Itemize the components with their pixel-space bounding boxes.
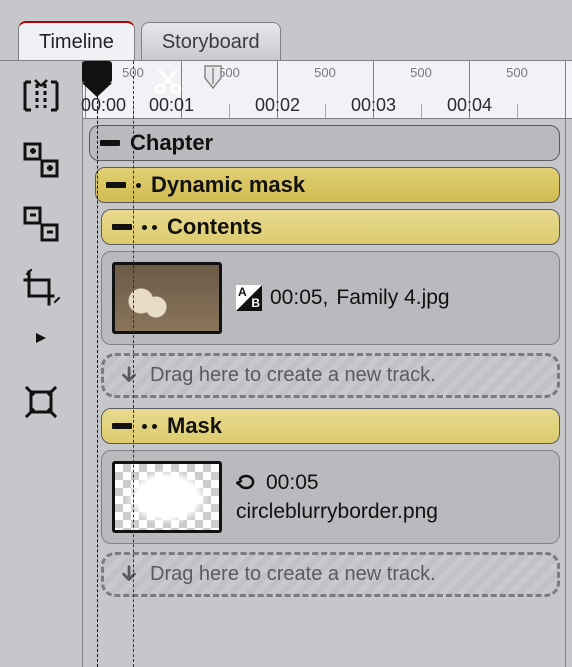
clip-mask[interactable]: 00:05 circleblurryborder.png (101, 450, 560, 544)
dynamic-mask-label: Dynamic mask (151, 172, 305, 198)
zoom-out-all-tool[interactable] (20, 203, 62, 245)
tool-sidebar (0, 61, 82, 667)
tab-timeline[interactable]: Timeline (18, 21, 135, 60)
clip-filename: Family 4.jpg (336, 283, 449, 312)
dropzone-text: Drag here to create a new track. (150, 364, 436, 387)
playhead[interactable] (82, 61, 112, 97)
dropzone-contents[interactable]: Drag here to create a new track. (101, 353, 560, 398)
collapse-icon[interactable] (106, 182, 126, 188)
time-ruler[interactable]: 00:00 500 00:01 500 00:02 500 00:03 500 … (83, 61, 572, 119)
zoom-in-all-tool[interactable] (20, 139, 62, 181)
down-arrow-icon (118, 564, 140, 586)
clip-thumbnail (112, 461, 222, 533)
panel-edge (565, 61, 566, 667)
ruler-minor-label: 500 (410, 65, 432, 80)
collapse-icon[interactable] (112, 423, 132, 429)
clip-thumbnail (112, 262, 222, 334)
collapse-icon[interactable] (100, 140, 120, 146)
collapse-icon[interactable] (112, 224, 132, 230)
contents-header[interactable]: Contents (101, 209, 560, 245)
transition-icon: B (236, 285, 262, 311)
chapter-header[interactable]: Chapter (89, 125, 560, 161)
dropzone-mask[interactable]: Drag here to create a new track. (101, 552, 560, 597)
fit-tool[interactable] (20, 381, 62, 423)
dynamic-mask-header[interactable]: Dynamic mask (95, 167, 560, 203)
ruler-minor-label: 500 (122, 65, 144, 80)
down-arrow-icon (118, 365, 140, 387)
tab-storyboard[interactable]: Storyboard (141, 22, 281, 60)
scissors-icon[interactable] (153, 66, 183, 101)
chapter-label: Chapter (130, 130, 213, 156)
track-marker-icon (142, 225, 157, 230)
contents-label: Contents (167, 214, 262, 240)
ruler-minor-label: 500 (506, 65, 528, 80)
mask-header[interactable]: Mask (101, 408, 560, 444)
ruler-minor-label: 500 (314, 65, 336, 80)
track-marker-icon (136, 183, 141, 188)
clip-family[interactable]: B 00:05, Family 4.jpg (101, 251, 560, 345)
ruler-major-label: 00:03 (351, 95, 396, 116)
dropzone-text: Drag here to create a new track. (150, 563, 436, 586)
mask-label: Mask (167, 413, 222, 439)
track-marker-icon (142, 424, 157, 429)
split-tool[interactable] (20, 75, 62, 117)
marker-icon[interactable] (201, 64, 225, 97)
loop-icon (236, 471, 258, 493)
clip-filename: circleblurryborder.png (236, 497, 438, 526)
clip-duration: 00:05, (270, 283, 328, 312)
crop-tool[interactable] (20, 267, 62, 309)
ruler-major-label: 00:02 (255, 95, 300, 116)
ruler-major-label: 00:00 (81, 95, 126, 116)
view-tabs: Timeline Storyboard (0, 0, 572, 60)
tracks-panel: Chapter Dynamic mask Contents B 00:05, (83, 119, 572, 619)
clip-duration: 00:05 (266, 468, 319, 497)
play-indicator-icon[interactable] (20, 317, 62, 359)
ruler-major-label: 00:04 (447, 95, 492, 116)
